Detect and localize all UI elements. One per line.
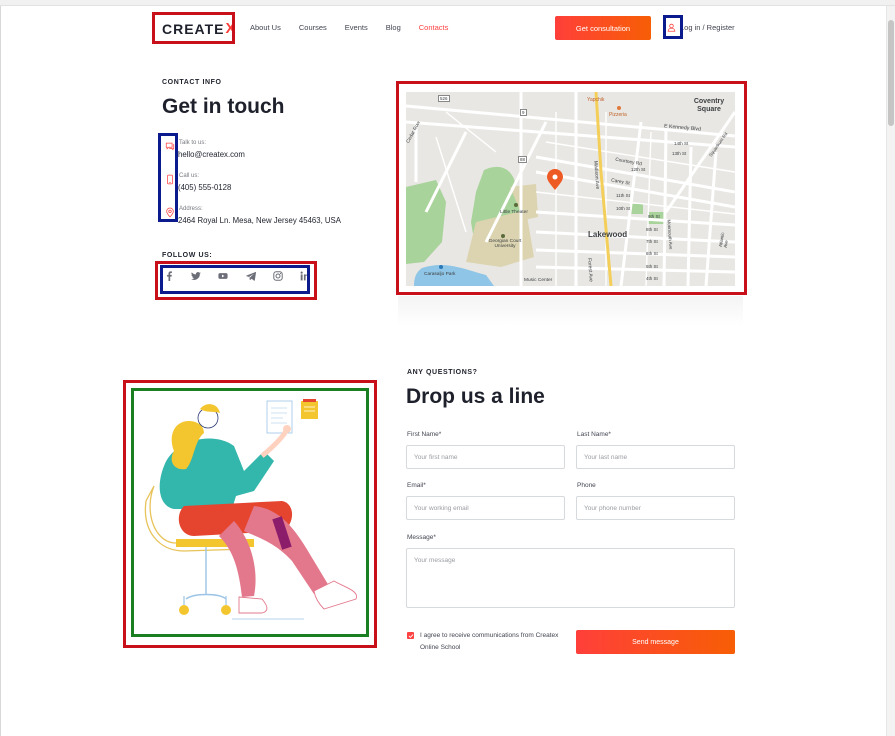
facebook-icon[interactable]	[164, 271, 174, 281]
map-label-13th: 13th St	[672, 151, 687, 156]
map-label-madison: Madison Ave	[592, 160, 601, 190]
map-label-atlantic: Atlantic Ave	[717, 231, 729, 249]
email-label: Talk to us:	[179, 140, 207, 146]
map-label-14th: 14th St	[674, 141, 689, 146]
nav-contacts[interactable]: Contacts	[419, 23, 449, 32]
last-name-input[interactable]: Your last name	[576, 445, 735, 469]
email-value[interactable]: hello@createx.com	[178, 150, 245, 159]
form-eyebrow: ANY QUESTIONS?	[407, 369, 478, 376]
login-label: Log in / Register	[680, 23, 735, 32]
nav-events[interactable]: Events	[345, 23, 368, 32]
location-map[interactable]: Coventry Square Yapchik Pizzeria E Kenne…	[406, 92, 735, 286]
map-label-courtney: Courtney Rd	[614, 157, 643, 168]
message-label: Message*	[407, 534, 436, 541]
sticky-note-icon	[301, 401, 318, 419]
nav-blog[interactable]: Blog	[386, 23, 401, 32]
map-labels: Coventry Square Yapchik Pizzeria E Kenne…	[406, 92, 735, 286]
phone-field-label: Phone	[577, 482, 596, 489]
user-icon	[667, 23, 676, 32]
first-name-label: First Name*	[407, 431, 442, 438]
main-nav: About Us Courses Events Blog Contacts	[250, 23, 448, 32]
map-label-monmouth: Monmouth Ave	[666, 219, 674, 250]
contact-title: Get in touch	[162, 95, 285, 118]
form-title: Drop us a line	[406, 385, 545, 408]
logo-mark: X	[225, 20, 237, 37]
map-label-georgian: Georgian Court University	[488, 239, 522, 250]
map-shadow	[398, 296, 743, 326]
map-label-6th: 6th St	[646, 251, 658, 256]
phone-value[interactable]: (405) 555-0128	[178, 183, 231, 192]
map-label-route-88: 88	[518, 156, 528, 163]
address-label: Address:	[179, 206, 203, 212]
telegram-icon[interactable]	[245, 271, 256, 281]
map-label-route-9: 9	[520, 109, 527, 116]
email-input[interactable]: Your working email	[406, 496, 565, 520]
contact-phone-row: Call us: (405) 555-0128	[164, 173, 231, 192]
logo[interactable]: CREATE X	[162, 20, 237, 37]
login-register-link[interactable]: Log in / Register	[667, 23, 735, 32]
map-label-pizzeria: Pizzeria	[609, 112, 627, 118]
send-message-button[interactable]: Send message	[576, 630, 735, 654]
map-label-coventry: Coventry Square	[693, 98, 725, 113]
scrollbar[interactable]	[886, 6, 895, 736]
nav-about-us[interactable]: About Us	[250, 23, 281, 32]
agree-text[interactable]: I agree to receive communications from C…	[420, 630, 570, 654]
location-pin-icon	[164, 206, 175, 218]
map-label-route-526: 526	[438, 95, 450, 102]
person-illustration	[144, 399, 358, 620]
email-field-label: Email*	[407, 482, 426, 489]
page-left-edge	[0, 6, 1, 736]
last-name-label: Last Name*	[577, 431, 611, 438]
chat-icon	[164, 140, 175, 152]
map-label-9th: 9th St	[648, 214, 660, 219]
map-label-carey: Carey St	[610, 178, 630, 187]
map-label-cedar: Cedar Row	[406, 120, 422, 145]
map-label-10th: 10th St	[616, 206, 631, 211]
map-label-7th: 7th St	[646, 239, 658, 244]
map-label-5th: 5th St	[646, 264, 658, 269]
phone-label: Call us:	[179, 173, 200, 179]
first-name-input[interactable]: Your first name	[406, 445, 565, 469]
phone-icon	[164, 173, 175, 185]
map-label-lakewood: Lakewood	[588, 230, 628, 239]
map-label-carasaljo: Carasaljo Park	[424, 272, 456, 277]
follow-us-label: FOLLOW US:	[162, 252, 213, 259]
map-label-forest: Forest Ave	[586, 257, 594, 283]
map-label-squankum: Squankum Rd	[708, 131, 729, 158]
contact-address-row: Address: 2464 Royal Ln. Mesa, New Jersey …	[164, 206, 341, 225]
map-label-8th: 8th St	[646, 227, 658, 232]
message-textarea[interactable]: Your message	[406, 548, 735, 608]
linkedin-icon[interactable]	[300, 271, 310, 281]
map-label-12th: 12th St	[631, 167, 646, 172]
phone-input[interactable]: Your phone number	[576, 496, 735, 520]
scrollbar-thumb[interactable]	[888, 20, 894, 126]
agree-checkbox[interactable]	[407, 632, 414, 639]
logo-text: CREATE	[162, 20, 225, 37]
map-label-4th: 4th St	[646, 276, 658, 281]
map-label-little-theater: Little Theater	[500, 210, 528, 215]
twitter-icon[interactable]	[191, 271, 201, 281]
get-consultation-button[interactable]: Get consultation	[555, 16, 651, 40]
instagram-icon[interactable]	[273, 271, 283, 281]
check-icon	[408, 633, 413, 638]
map-label-11th: 11th St	[616, 193, 630, 198]
map-label-kennedy: E Kennedy Blvd	[663, 123, 702, 133]
contact-eyebrow: CONTACT INFO	[162, 79, 222, 86]
map-label-music: Music Center	[524, 278, 553, 283]
nav-courses[interactable]: Courses	[299, 23, 327, 32]
contact-email-row: Talk to us: hello@createx.com	[164, 140, 245, 159]
browser-top-strip	[0, 0, 895, 6]
address-value: 2464 Royal Ln. Mesa, New Jersey 45463, U…	[178, 216, 341, 225]
youtube-icon[interactable]	[218, 271, 228, 281]
social-links	[164, 271, 310, 281]
map-label-yapchik: Yapchik	[587, 97, 605, 103]
